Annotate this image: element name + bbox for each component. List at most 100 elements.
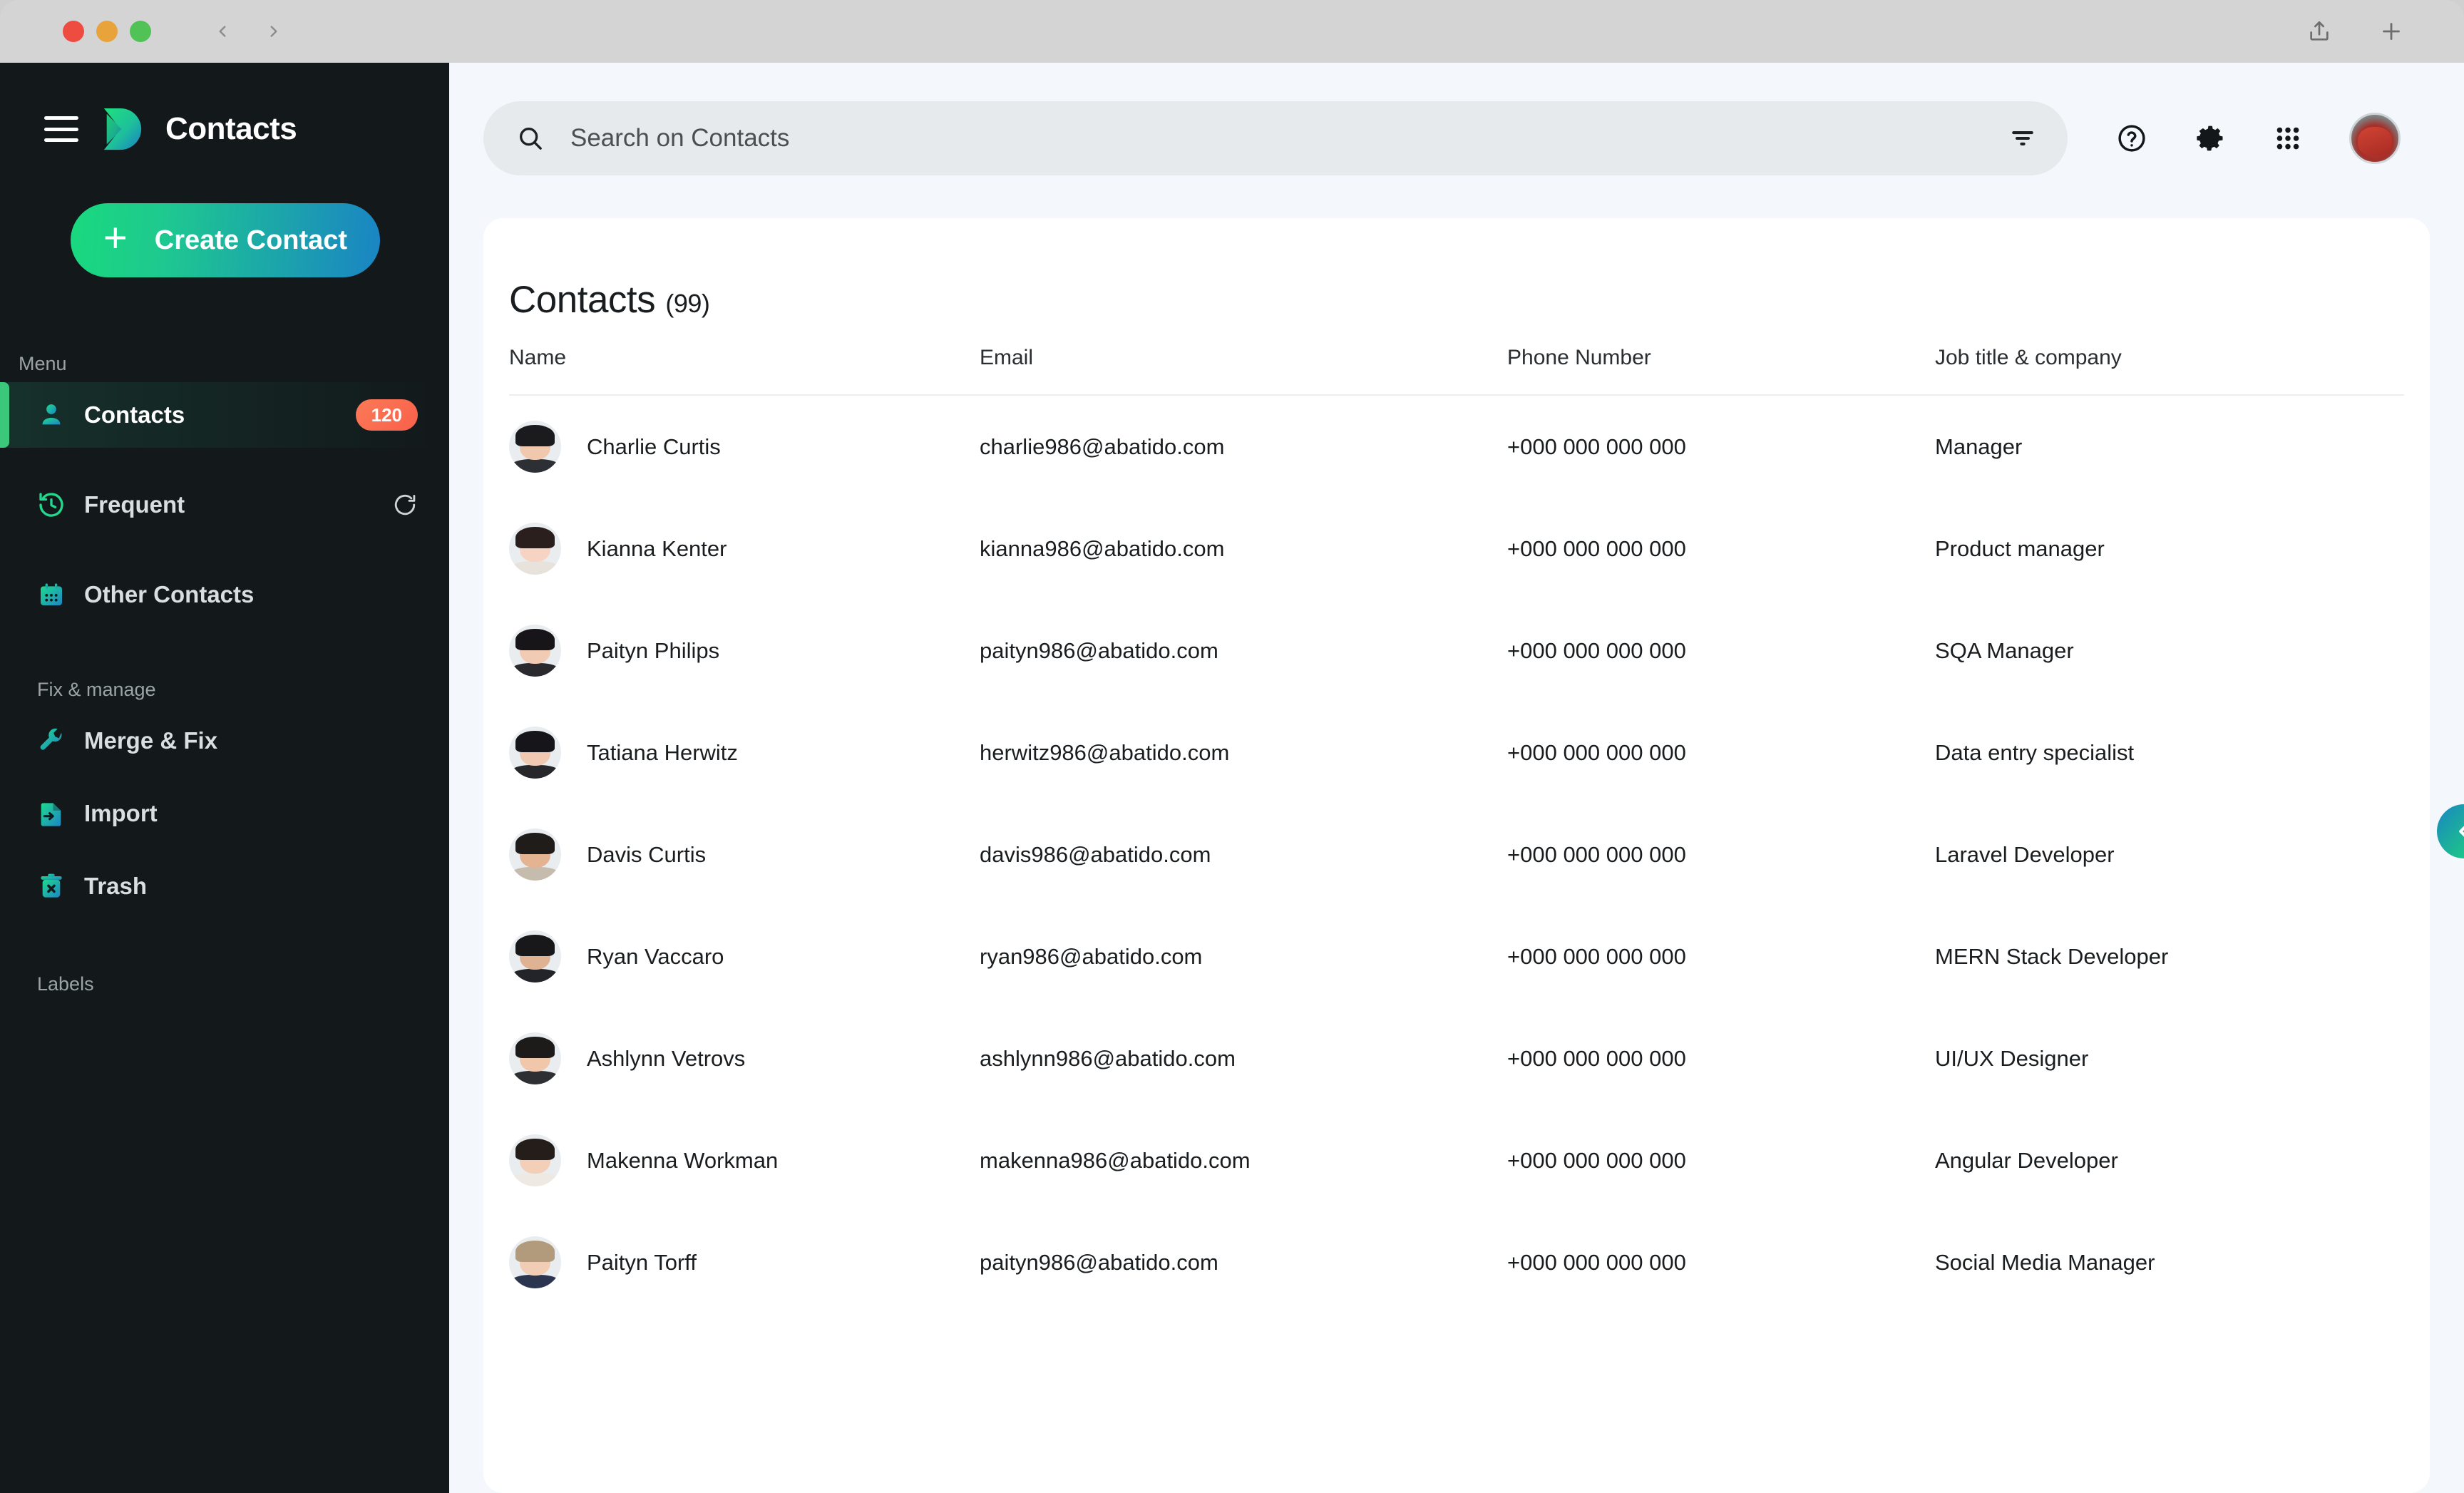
contact-job-title: Product manager — [1935, 536, 2404, 562]
new-tab-icon[interactable] — [2378, 19, 2404, 44]
avatar — [509, 421, 561, 473]
table-row[interactable]: Charlie Curtis charlie986@abatido.com+000… — [509, 396, 2404, 498]
column-header-job[interactable]: Job title & company — [1935, 346, 2404, 370]
contacts-count-badge: 120 — [356, 399, 418, 431]
browser-chrome — [0, 0, 2464, 63]
refresh-icon[interactable] — [392, 492, 418, 518]
contact-phone: +000 000 000 000 — [1507, 1046, 1935, 1072]
table-row[interactable]: Ryan Vaccaroryan986@abatido.com+000 000 … — [509, 905, 2404, 1007]
trash-icon — [37, 872, 74, 901]
sidebar-item-label: Contacts — [84, 401, 185, 429]
contact-phone: +000 000 000 000 — [1507, 536, 1935, 562]
sidebar-item-label: Trash — [84, 873, 147, 900]
column-header-phone[interactable]: Phone Number — [1507, 346, 1935, 370]
filter-icon[interactable] — [2009, 125, 2036, 152]
browser-nav-arrows — [213, 22, 283, 41]
chevron-left-icon — [2450, 818, 2464, 845]
forward-icon[interactable] — [265, 22, 283, 41]
contact-name: Charlie Curtis — [587, 434, 721, 460]
search-bar[interactable] — [483, 101, 2068, 175]
minimize-window-button[interactable] — [96, 21, 118, 42]
table-row[interactable]: Ashlynn Vetrovs ashlynn986@abatido.com+00… — [509, 1007, 2404, 1109]
sidebar-item-import[interactable]: Import — [0, 781, 449, 846]
contact-name-cell[interactable]: Paityn Torff — [509, 1236, 980, 1288]
contact-name-cell[interactable]: Makenna Workman — [509, 1134, 980, 1186]
contact-phone: +000 000 000 000 — [1507, 1148, 1935, 1174]
contact-name: Kianna Kenter — [587, 536, 727, 562]
contact-email[interactable]: paityn986@abatido.com — [980, 1250, 1507, 1276]
main-content: Contacts (99) Name Email Phone Number Jo… — [449, 63, 2464, 1493]
collapse-panel-button[interactable] — [2437, 804, 2464, 858]
hamburger-icon[interactable] — [44, 116, 78, 142]
contact-name-cell[interactable]: Ashlynn Vetrovs — [509, 1032, 980, 1084]
table-row[interactable]: Kianna Kenter kianna986@abatido.com+000 0… — [509, 498, 2404, 600]
contact-job-title: Data entry specialist — [1935, 740, 2404, 766]
close-window-button[interactable] — [63, 21, 84, 42]
avatar — [509, 625, 561, 677]
avatar — [509, 523, 561, 575]
create-contact-label: Create Contact — [155, 225, 347, 256]
column-header-name[interactable]: Name — [509, 346, 980, 370]
back-icon[interactable] — [213, 22, 232, 41]
wrench-icon — [37, 727, 74, 755]
gear-icon[interactable] — [2194, 122, 2227, 155]
contact-name-cell[interactable]: Ryan Vaccaro — [509, 930, 980, 982]
help-circle-icon[interactable] — [2116, 123, 2147, 154]
sidebar-item-label: Merge & Fix — [84, 727, 217, 754]
menu-section-label: Menu — [0, 353, 449, 375]
contact-email[interactable]: ryan986@abatido.com — [980, 944, 1507, 970]
contact-email[interactable]: makenna986@abatido.com — [980, 1148, 1507, 1174]
sidebar-item-merge-fix[interactable]: Merge & Fix — [0, 708, 449, 774]
contact-name-cell[interactable]: Davis Curtis — [509, 828, 980, 881]
avatar — [509, 930, 561, 982]
contact-name: Ashlynn Vetrovs — [587, 1046, 745, 1072]
contact-name-cell[interactable]: Kianna Kenter — [509, 523, 980, 575]
contact-phone: +000 000 000 000 — [1507, 434, 1935, 460]
contact-job-title: Social Media Manager — [1935, 1250, 2404, 1276]
contact-name-cell[interactable]: Charlie Curtis — [509, 421, 980, 473]
contact-email[interactable]: charlie986@abatido.com — [980, 434, 1507, 460]
contact-job-title: MERN Stack Developer — [1935, 944, 2404, 970]
brand-title: Contacts — [165, 111, 297, 147]
contact-email[interactable]: herwitz986@abatido.com — [980, 740, 1507, 766]
contact-name-cell[interactable]: Tatiana Herwitz — [509, 727, 980, 779]
contact-phone: +000 000 000 000 — [1507, 1250, 1935, 1276]
table-row[interactable]: Paityn Philipspaityn986@abatido.com+000 … — [509, 600, 2404, 702]
table-row[interactable]: Davis Curtisdavis986@abatido.com+000 000… — [509, 804, 2404, 905]
contact-email[interactable]: davis986@abatido.com — [980, 842, 1507, 868]
avatar — [509, 1032, 561, 1084]
contacts-logo-icon — [100, 107, 144, 151]
contact-phone: +000 000 000 000 — [1507, 638, 1935, 664]
table-row[interactable]: Tatiana Herwitzherwitz986@abatido.com+00… — [509, 702, 2404, 804]
page-title: Contacts (99) — [483, 218, 2430, 322]
share-icon[interactable] — [2307, 19, 2331, 43]
sidebar-item-frequent[interactable]: Frequent — [0, 472, 449, 538]
contacts-card: Contacts (99) Name Email Phone Number Jo… — [483, 218, 2430, 1493]
app-shell: Contacts + Create Contact Menu Contacts … — [0, 63, 2464, 1493]
contact-email[interactable]: paityn986@abatido.com — [980, 638, 1507, 664]
contact-name: Tatiana Herwitz — [587, 740, 738, 766]
contact-email[interactable]: kianna986@abatido.com — [980, 536, 1507, 562]
apps-grid-icon[interactable] — [2273, 123, 2303, 153]
sidebar-item-other-contacts[interactable]: Other Contacts — [0, 562, 449, 627]
window-traffic-lights — [63, 21, 151, 42]
sidebar-item-label: Import — [84, 800, 158, 827]
contact-job-title: Laravel Developer — [1935, 842, 2404, 868]
sidebar-item-contacts[interactable]: Contacts 120 — [0, 382, 449, 448]
create-contact-button[interactable]: + Create Contact — [71, 203, 380, 277]
table-row[interactable]: Paityn Torffpaityn986@abatido.com+000 00… — [509, 1211, 2404, 1313]
contact-email[interactable]: ashlynn986@abatido.com — [980, 1046, 1507, 1072]
table-body: Charlie Curtischarlie986@abatido.com+000… — [509, 396, 2404, 1313]
avatar — [509, 1236, 561, 1288]
maximize-window-button[interactable] — [130, 21, 151, 42]
search-input[interactable] — [570, 124, 1983, 153]
contact-name-cell[interactable]: Paityn Philips — [509, 625, 980, 677]
plus-icon: + — [103, 217, 128, 259]
avatar — [509, 1134, 561, 1186]
history-clock-icon — [37, 491, 74, 519]
table-row[interactable]: Makenna Workmanmakenna986@abatido.com+00… — [509, 1109, 2404, 1211]
avatar[interactable] — [2349, 113, 2401, 164]
column-header-email[interactable]: Email — [980, 346, 1507, 370]
sidebar-item-trash[interactable]: Trash — [0, 853, 449, 919]
avatar — [509, 727, 561, 779]
